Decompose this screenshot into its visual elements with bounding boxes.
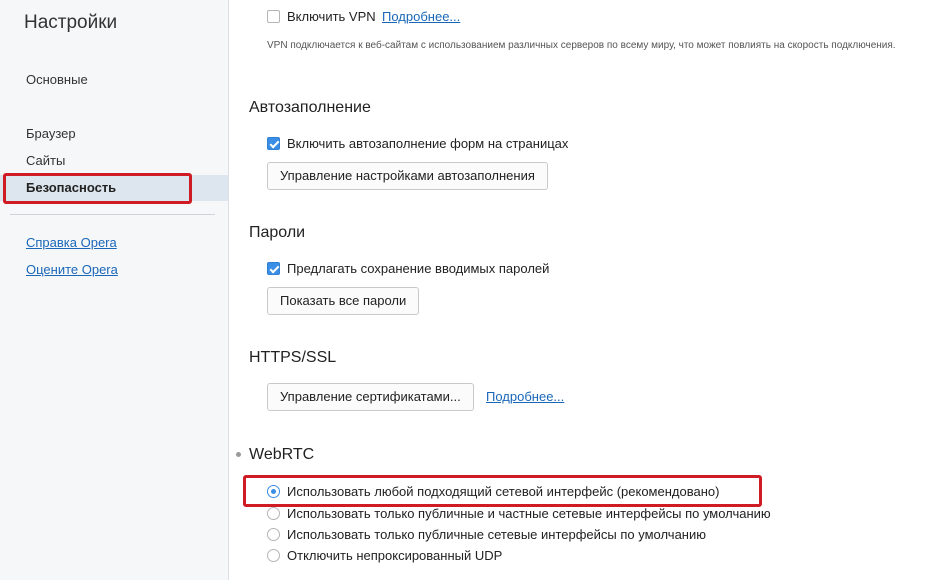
manage-autofill-button[interactable]: Управление настройками автозаполнения — [267, 162, 548, 190]
manage-certificates-button[interactable]: Управление сертификатами... — [267, 383, 474, 411]
save-passwords-checkbox[interactable] — [267, 262, 280, 275]
autofill-checkbox-label: Включить автозаполнение форм на страница… — [287, 136, 569, 151]
webrtc-option-label: Использовать только публичные сетевые ин… — [287, 527, 706, 542]
passwords-title: Пароли — [249, 224, 306, 241]
show-passwords-button[interactable]: Показать все пароли — [267, 287, 420, 315]
sidebar-item-basic[interactable]: Основные — [0, 67, 228, 93]
https-more-link[interactable]: Подробнее... — [486, 389, 564, 404]
autofill-checkbox[interactable] — [267, 137, 280, 150]
vpn-checkbox[interactable] — [267, 10, 280, 23]
webrtc-radio-any-interface[interactable] — [267, 485, 280, 498]
webrtc-option-label: Использовать только публичные и частные … — [287, 506, 771, 521]
sidebar-divider — [10, 214, 215, 215]
sidebar-item-security[interactable]: Безопасность — [0, 175, 228, 201]
save-passwords-label: Предлагать сохранение вводимых паролей — [287, 261, 550, 276]
sidebar-item-browser[interactable]: Браузер — [0, 121, 228, 147]
webrtc-option-label: Использовать любой подходящий сетевой ин… — [287, 484, 720, 499]
webrtc-radio-disable-udp[interactable] — [267, 549, 280, 562]
sidebar-item-sites[interactable]: Сайты — [0, 148, 228, 174]
vpn-description: VPN подключается к веб-сайтам с использо… — [267, 40, 896, 51]
webrtc-bullet — [236, 452, 241, 457]
vpn-checkbox-label: Включить VPN — [287, 9, 376, 24]
webrtc-option-label: Отключить непроксированный UDP — [287, 548, 503, 563]
webrtc-radio-public-only[interactable] — [267, 528, 280, 541]
webrtc-title: WebRTC — [249, 446, 315, 463]
settings-content: Включить VPN Подробнее... VPN подключает… — [229, 0, 946, 580]
sidebar: Настройки Основные Браузер Сайты Безопас… — [0, 0, 229, 580]
help-opera-link[interactable]: Справка Opera — [26, 235, 117, 250]
rate-opera-link[interactable]: Оцените Opera — [26, 262, 118, 277]
webrtc-radio-public-private[interactable] — [267, 507, 280, 520]
https-title: HTTPS/SSL — [249, 349, 337, 366]
sidebar-title: Настройки — [24, 12, 118, 33]
vpn-more-link[interactable]: Подробнее... — [382, 9, 460, 24]
autofill-title: Автозаполнение — [249, 99, 371, 116]
